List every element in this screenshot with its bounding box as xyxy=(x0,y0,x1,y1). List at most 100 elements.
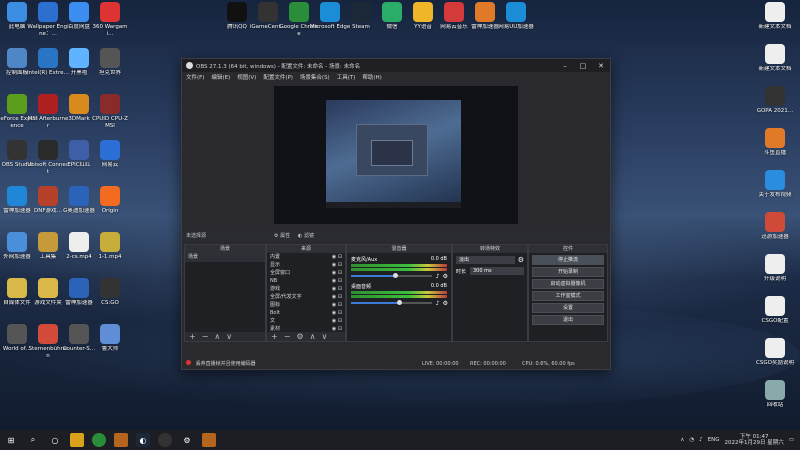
desktop-icon[interactable]: 迅游加速器 xyxy=(754,212,796,241)
filters-button[interactable]: ◐ 滤镜 xyxy=(298,231,314,241)
control-button[interactable]: 设置 xyxy=(532,303,604,313)
app-icon[interactable] xyxy=(70,433,84,447)
desktop-icon-label: 迅游加速器 xyxy=(761,234,789,240)
clock[interactable]: 下午 01:47 2022年1月29日 星期六 xyxy=(725,434,784,446)
menu-item[interactable]: 编辑(E) xyxy=(211,73,230,81)
menu-item[interactable]: 帮助(H) xyxy=(362,73,381,81)
visibility-lock-icons[interactable]: ◉ ⊡ xyxy=(332,278,342,284)
speaker-icon[interactable]: ♪ xyxy=(436,300,440,307)
desktop-icon[interactable]: 新建文本文档 xyxy=(754,44,796,73)
desktop-icon[interactable]: CSGO奖励说明 xyxy=(754,338,796,367)
tray-chevron-icon[interactable]: ∧ xyxy=(680,437,684,443)
remove-icon[interactable]: − xyxy=(202,332,209,341)
scene-item[interactable]: 场景 xyxy=(185,253,265,262)
app-icon[interactable] xyxy=(114,433,128,447)
sources-dock: 来源 内置 ◉ ⊡ 显示 ◉ ⊡ 全屏窗口 ◉ ⊡ NB ◉ ⊡ 游戏 ◉ ⊡ 全屏/代发文字 ◉ ⊡… xyxy=(266,244,346,342)
source-item[interactable]: 内置 ◉ ⊡ xyxy=(267,253,345,261)
visibility-lock-icons[interactable]: ◉ ⊡ xyxy=(332,254,342,260)
desktop-icon[interactable]: 坦克世界 xyxy=(89,48,131,77)
settings-icon[interactable]: ⚙ xyxy=(180,433,194,447)
control-button[interactable]: 工作室模式 xyxy=(532,291,604,301)
desktop-icon[interactable]: 斗鱼直播 xyxy=(754,128,796,157)
down-icon[interactable]: ∨ xyxy=(321,332,327,341)
preview-canvas[interactable] xyxy=(274,86,518,224)
menu-item[interactable]: 配置文件(P) xyxy=(263,73,293,81)
task-view-icon[interactable]: ○ xyxy=(48,433,62,447)
visibility-lock-icons[interactable]: ◉ ⊡ xyxy=(332,310,342,316)
visibility-lock-icons[interactable]: ◉ ⊡ xyxy=(332,286,342,292)
source-item[interactable]: 全屏/代发文字 ◉ ⊡ xyxy=(267,293,345,301)
obs-taskbar-icon[interactable] xyxy=(158,433,172,447)
steam-icon[interactable]: ◐ xyxy=(136,433,150,447)
source-item[interactable]: 文 ◉ ⊡ xyxy=(267,317,345,325)
up-icon[interactable]: ∧ xyxy=(214,332,220,341)
visibility-lock-icons[interactable]: ◉ ⊡ xyxy=(332,318,342,324)
source-item[interactable]: 游戏 ◉ ⊡ xyxy=(267,285,345,293)
desktop-icon[interactable]: 升级说明 xyxy=(754,254,796,283)
menu-item[interactable]: 工具(T) xyxy=(337,73,356,81)
control-button[interactable]: 停止推流 xyxy=(532,255,604,265)
maximize-icon[interactable]: □ xyxy=(574,59,592,72)
gear-icon[interactable]: ⚙ xyxy=(518,256,524,264)
notifications-icon[interactable]: ▭ xyxy=(789,437,794,443)
app-icon xyxy=(38,324,58,344)
volume-icon[interactable]: ♪ xyxy=(699,437,703,443)
desktop-icon[interactable]: CSGO配置 xyxy=(754,296,796,325)
control-button[interactable]: 退出 xyxy=(532,315,604,325)
desktop-icon[interactable]: 网易云 xyxy=(89,140,131,169)
obs-menubar: 文件(F) 编辑(E) 视图(V) 配置文件(P) 场景集合(S) 工具(T) 帮助(H) xyxy=(182,72,610,82)
menu-item[interactable]: 文件(F) xyxy=(186,73,204,81)
desktop-icon[interactable]: 360 Wargami… xyxy=(89,2,131,37)
visibility-lock-icons[interactable]: ◉ ⊡ xyxy=(332,294,342,300)
obs-titlebar[interactable]: OBS 27.1.3 (64 bit, windows) - 配置文件: 未命名… xyxy=(182,59,610,72)
desktop-icon-label: Origin xyxy=(101,208,119,214)
desktop-icon[interactable]: 回收站 xyxy=(754,380,796,409)
menu-item[interactable]: 场景集合(S) xyxy=(300,73,330,81)
visibility-lock-icons[interactable]: ◉ ⊡ xyxy=(332,302,342,308)
menu-item[interactable]: 视图(V) xyxy=(237,73,256,81)
desktop-icon[interactable]: GOPA 2021… xyxy=(754,86,796,115)
properties-button[interactable]: ⚙ 属性 xyxy=(274,231,290,241)
input-language[interactable]: ENG xyxy=(708,437,720,443)
source-item[interactable]: 显示 ◉ ⊡ xyxy=(267,261,345,269)
source-item[interactable]: Bolt ◉ ⊡ xyxy=(267,309,345,317)
gear-icon[interactable]: ⚙ xyxy=(296,332,303,341)
add-icon[interactable]: + xyxy=(271,332,278,341)
gear-icon[interactable]: ⚙ xyxy=(443,300,448,307)
desktop-icon[interactable]: 新建文本文档 xyxy=(754,2,796,31)
speaker-icon[interactable]: ♪ xyxy=(436,273,440,280)
down-icon[interactable]: ∨ xyxy=(226,332,232,341)
source-item[interactable]: 全屏窗口 ◉ ⊡ xyxy=(267,269,345,277)
desktop-icon[interactable]: CS:GO xyxy=(89,278,131,307)
obs-window[interactable]: OBS 27.1.3 (64 bit, windows) - 配置文件: 未命名… xyxy=(181,58,611,370)
channel-name: 桌面音频 xyxy=(351,284,372,290)
desktop-icon[interactable]: 关于发布视频 xyxy=(754,170,796,199)
up-icon[interactable]: ∧ xyxy=(310,332,316,341)
windows-start-icon[interactable]: ⊞ xyxy=(4,433,18,447)
app-icon xyxy=(351,2,371,22)
gear-icon[interactable]: ⚙ xyxy=(443,273,448,280)
duration-input[interactable]: 300 ms xyxy=(470,267,524,275)
chrome-icon[interactable] xyxy=(92,433,106,447)
control-button[interactable]: 启动虚拟摄像机 xyxy=(532,279,604,289)
volume-slider[interactable] xyxy=(351,300,432,305)
remove-icon[interactable]: − xyxy=(284,332,291,341)
desktop-icon[interactable]: Origin xyxy=(89,186,131,215)
network-icon[interactable]: ◔ xyxy=(689,437,694,443)
transition-select[interactable]: 淡出 xyxy=(456,256,515,264)
minimize-icon[interactable]: – xyxy=(556,59,574,72)
control-button[interactable]: 开始录制 xyxy=(532,267,604,277)
desktop-icon[interactable]: 鲁大师 xyxy=(89,324,131,353)
desktop-icon[interactable]: CPUID CPU-Z MSI xyxy=(89,94,131,129)
visibility-lock-icons[interactable]: ◉ ⊡ xyxy=(332,270,342,276)
source-item[interactable]: 图标 ◉ ⊡ xyxy=(267,301,345,309)
visibility-lock-icons[interactable]: ◉ ⊡ xyxy=(332,262,342,268)
search-icon[interactable]: ⌕ xyxy=(26,433,40,447)
desktop-icon[interactable]: 1-1.mp4 xyxy=(89,232,131,261)
desktop-icon[interactable]: 网易UU加速器 xyxy=(495,2,537,31)
close-icon[interactable]: ✕ xyxy=(592,59,610,72)
app-icon[interactable] xyxy=(202,433,216,447)
volume-slider[interactable] xyxy=(351,273,432,278)
source-item[interactable]: NB ◉ ⊡ xyxy=(267,277,345,285)
add-icon[interactable]: + xyxy=(189,332,196,341)
